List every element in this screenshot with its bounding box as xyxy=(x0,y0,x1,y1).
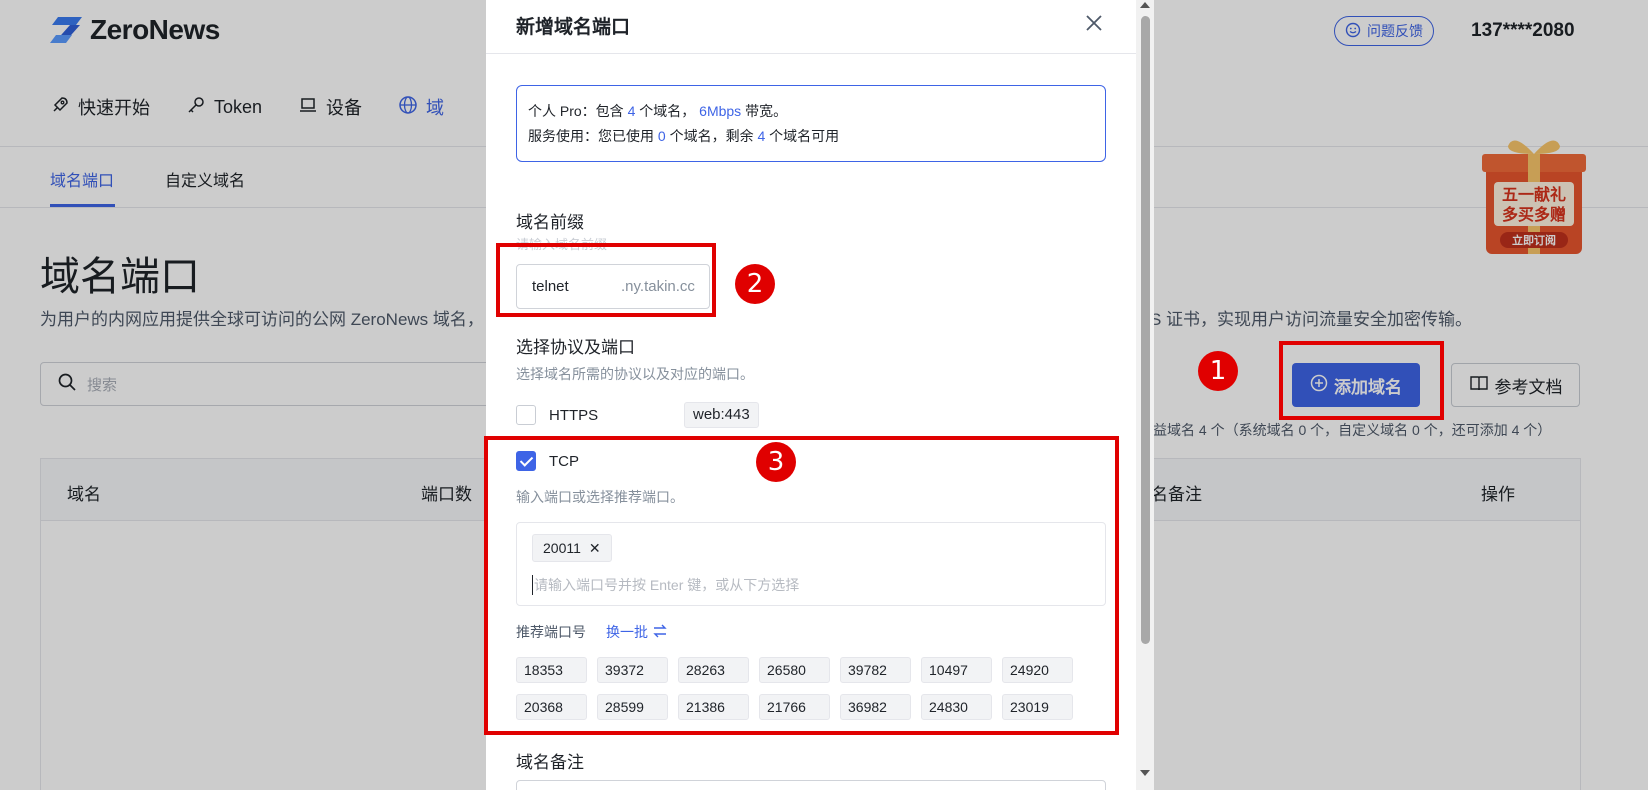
scroll-up-arrow-icon[interactable] xyxy=(1140,2,1150,8)
remark-label: 域名备注 xyxy=(516,753,584,772)
annotation-number-3: 3 xyxy=(756,442,796,482)
prefix-label: 域名前缀 xyxy=(516,213,584,232)
scroll-down-arrow-icon[interactable] xyxy=(1140,770,1150,776)
close-icon[interactable] xyxy=(1081,10,1107,36)
usage-text: 个域名可用 xyxy=(769,128,840,144)
annotation-number-2: 2 xyxy=(735,264,775,304)
scroll-thumb[interactable] xyxy=(1141,16,1150,644)
https-port-chip: web:443 xyxy=(684,402,759,428)
remark-input[interactable] xyxy=(516,780,1106,790)
https-label: HTTPS xyxy=(549,407,599,424)
plan-text: 个域名， xyxy=(639,103,696,119)
protocol-label: 选择协议及端口 xyxy=(516,338,635,357)
plan-bandwidth: 6Mbps xyxy=(699,103,742,119)
protocol-hint: 选择域名所需的协议以及对应的端口。 xyxy=(516,366,754,382)
usage-text: 服务使用：您已使用 xyxy=(528,128,654,144)
annotation-box-1 xyxy=(1279,341,1444,420)
usage-used-count: 0 xyxy=(657,128,666,144)
plan-text: 带宽。 xyxy=(745,103,788,119)
https-checkbox[interactable] xyxy=(516,405,536,425)
plan-domain-count: 4 xyxy=(627,103,636,119)
usage-remaining-count: 4 xyxy=(757,128,766,144)
annotation-box-2 xyxy=(496,243,716,317)
dialog-header: 新增域名端口 xyxy=(486,0,1136,54)
plan-line: 个人 Pro：包含 4 个域名， 6Mbps 带宽。 xyxy=(528,99,1094,124)
usage-line: 服务使用：您已使用 0 个域名，剩余 4 个域名可用 xyxy=(528,124,1094,149)
annotation-box-3 xyxy=(484,436,1119,735)
annotation-number-1: 1 xyxy=(1198,351,1238,391)
dialog-title: 新增域名端口 xyxy=(516,17,631,38)
plan-info-box: 个人 Pro：包含 4 个域名， 6Mbps 带宽。 服务使用：您已使用 0 个… xyxy=(516,85,1106,162)
usage-text: 个域名，剩余 xyxy=(669,128,754,144)
dialog-scrollbar[interactable] xyxy=(1136,0,1154,790)
plan-text: 个人 Pro：包含 xyxy=(528,103,624,119)
